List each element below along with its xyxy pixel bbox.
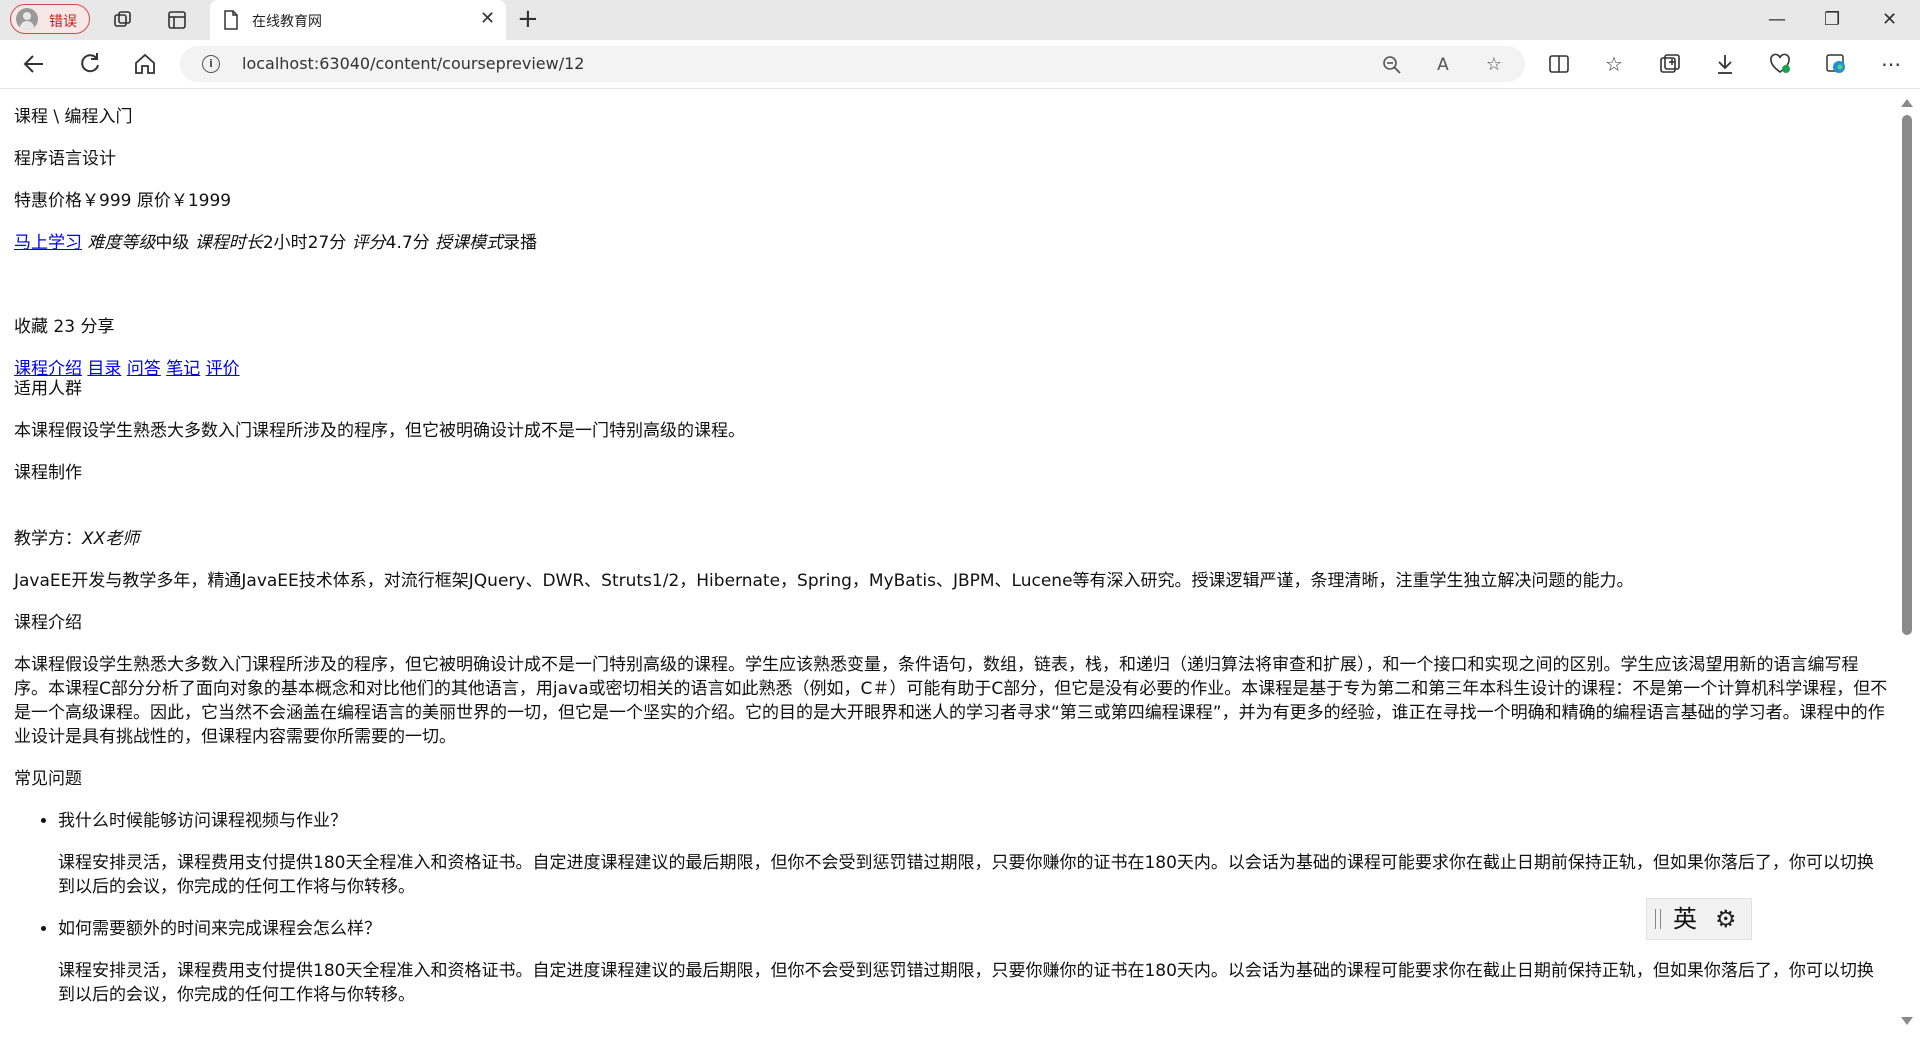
tab-title: 在线教育网 xyxy=(252,14,322,30)
faq-question: 如何需要额外的时间来完成课程会怎么样？ xyxy=(58,919,381,939)
reload-icon[interactable] xyxy=(77,51,103,77)
download-icon[interactable] xyxy=(1713,52,1737,76)
duration-label: 课程时长 xyxy=(194,233,263,253)
page-scrollbar[interactable] xyxy=(1896,89,1920,1042)
page-viewport: 课程 \ 编程入门 程序语言设计 特惠价格￥999 原价￥1999 马上学习 难… xyxy=(0,89,1920,1042)
profile-status-label: 错误 xyxy=(49,14,77,30)
rating-value: 4.7分 xyxy=(385,233,430,253)
favorite-star-icon[interactable]: ☆ xyxy=(1483,54,1505,76)
course-meta: 马上学习 难度等级中级 课程时长2小时27分 评分4.7分 授课模式录播 xyxy=(14,231,1888,255)
difficulty-value: 中级 xyxy=(155,233,190,253)
gear-icon[interactable]: ⚙ xyxy=(1715,905,1737,933)
breadcrumb: 课程 \ 编程入门 xyxy=(14,107,133,127)
mode-label: 授课模式 xyxy=(435,233,504,253)
scroll-up-arrow-icon[interactable] xyxy=(1901,99,1913,107)
tab-notes[interactable]: 笔记 xyxy=(166,359,200,379)
faq-list: 我什么时候能够访问课程视频与作业？ 课程安排灵活，课程费用支付提供180天全程准… xyxy=(14,809,1888,1007)
mode-value: 录播 xyxy=(503,233,538,253)
document-icon xyxy=(224,10,238,30)
ime-grip-icon[interactable] xyxy=(1655,909,1661,929)
tab-actions-icon[interactable] xyxy=(166,9,188,31)
profile-button[interactable]: 错误 xyxy=(10,4,90,34)
avatar-icon xyxy=(16,8,38,30)
tab-qa[interactable]: 问答 xyxy=(127,359,161,379)
workspaces-icon[interactable] xyxy=(112,9,134,31)
duration-value: 2小时27分 xyxy=(262,233,347,253)
home-icon[interactable] xyxy=(132,51,158,77)
address-bar[interactable]: i localhost:63040/content/coursepreview/… xyxy=(180,46,1525,82)
faq-question: 我什么时候能够访问课程视频与作业？ xyxy=(58,811,347,831)
collect-share: 收藏 23 分享 xyxy=(14,317,115,337)
more-icon[interactable]: ⋯ xyxy=(1879,52,1903,76)
maximize-icon[interactable]: ❐ xyxy=(1824,6,1840,34)
close-window-icon[interactable]: ✕ xyxy=(1882,6,1897,34)
faq-answer: 课程安排灵活，课程费用支付提供180天全程准入和资格证书。自定进度课程建议的最后… xyxy=(58,853,1874,897)
faq-item: 如何需要额外的时间来完成课程会怎么样？ 课程安排灵活，课程费用支付提供180天全… xyxy=(58,917,1888,1007)
ime-toolbar[interactable]: 英 ⚙ xyxy=(1646,898,1752,940)
rating-label: 评分 xyxy=(351,233,386,253)
faq-heading: 常见问题 xyxy=(14,769,82,789)
price-line: 特惠价格￥999 原价￥1999 xyxy=(14,191,232,211)
learn-now-link[interactable]: 马上学习 xyxy=(14,233,82,253)
collections-icon[interactable] xyxy=(1658,52,1682,76)
tab-reviews[interactable]: 评价 xyxy=(206,359,240,379)
ime-language-toggle[interactable]: 英 xyxy=(1673,905,1697,933)
new-tab-icon[interactable]: + xyxy=(517,5,539,33)
intro-heading: 课程介绍 xyxy=(14,613,82,633)
browser-tab-bar: 错误 在线教育网 ✕ + — ❐ ✕ xyxy=(0,0,1920,40)
favorites-icon[interactable]: ☆ xyxy=(1602,52,1626,76)
intro-text: 本课程假设学生熟悉大多数入门课程所涉及的程序，但它被明确设计成不是一门特别高级的… xyxy=(14,655,1888,747)
info-icon[interactable]: i xyxy=(202,55,220,73)
scroll-thumb[interactable] xyxy=(1902,115,1912,635)
difficulty-label: 难度等级 xyxy=(87,233,156,253)
audience-heading: 适用人群 xyxy=(14,379,82,399)
teacher-bio: JavaEE开发与教学多年，精通JavaEE技术体系，对流行框架JQuery、D… xyxy=(14,571,1634,591)
minimize-icon[interactable]: — xyxy=(1768,6,1786,34)
teacher-line: 教学方：XX老师 xyxy=(14,527,1888,551)
url-text[interactable]: localhost:63040/content/coursepreview/12 xyxy=(242,54,584,73)
browser-essentials-icon[interactable] xyxy=(1768,52,1792,76)
edge-icon[interactable] xyxy=(1824,52,1848,76)
scroll-down-arrow-icon[interactable] xyxy=(1901,1017,1913,1025)
tab-catalog[interactable]: 目录 xyxy=(87,359,121,379)
course-title: 程序语言设计 xyxy=(14,149,116,169)
browser-toolbar: i localhost:63040/content/coursepreview/… xyxy=(0,40,1920,89)
faq-item: 我什么时候能够访问课程视频与作业？ 课程安排灵活，课程费用支付提供180天全程准… xyxy=(58,809,1888,899)
audience-text: 本课程假设学生熟悉大多数入门课程所涉及的程序，但它被明确设计成不是一门特别高级的… xyxy=(14,421,745,441)
tab-course-intro[interactable]: 课程介绍 xyxy=(14,359,82,379)
read-aloud-icon[interactable]: A xyxy=(1432,54,1454,76)
production-heading: 课程制作 xyxy=(14,463,82,483)
back-icon[interactable] xyxy=(21,51,47,77)
tab-current[interactable]: 在线教育网 ✕ xyxy=(210,0,506,40)
faq-answer: 课程安排灵活，课程费用支付提供180天全程准入和资格证书。自定进度课程建议的最后… xyxy=(58,961,1874,1005)
teacher-label: 教学方： xyxy=(14,529,82,549)
course-preview: 课程 \ 编程入门 程序语言设计 特惠价格￥999 原价￥1999 马上学习 难… xyxy=(14,89,1888,1007)
close-tab-icon[interactable]: ✕ xyxy=(480,9,495,29)
zoom-out-icon[interactable] xyxy=(1381,54,1403,76)
split-screen-icon[interactable] xyxy=(1547,52,1571,76)
teacher-name: XX老师 xyxy=(82,529,140,549)
